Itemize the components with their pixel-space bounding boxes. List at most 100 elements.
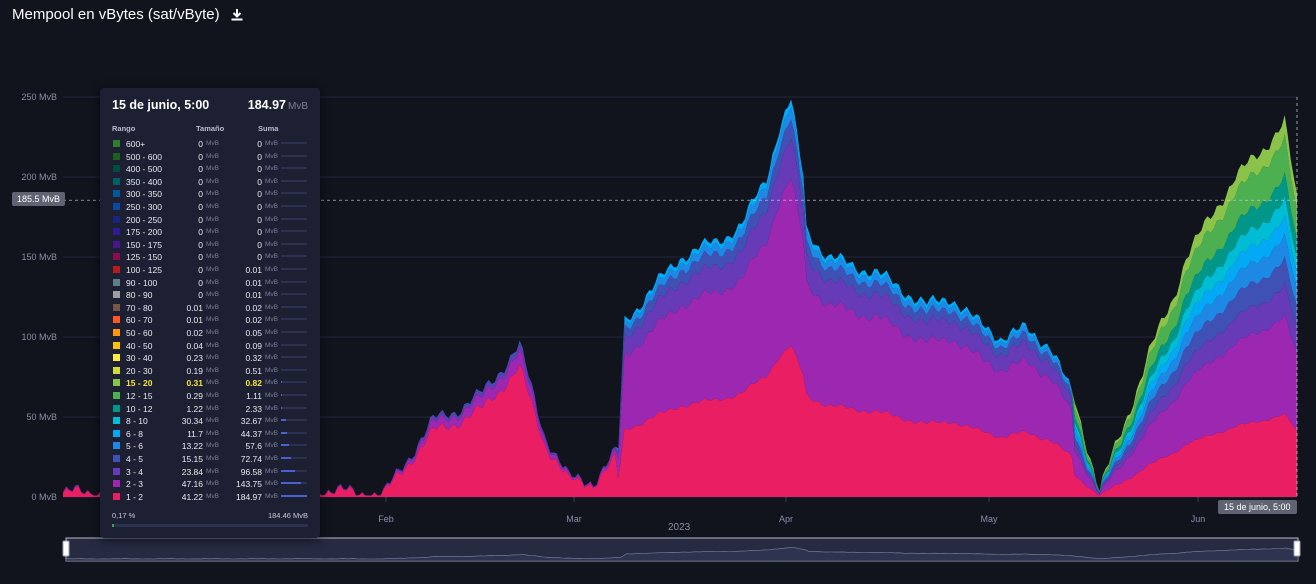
tooltip-row: 5 - 6 13.22 MvB 57.6 MvB [100,440,320,453]
tooltip-row-range: 8 - 10 [126,416,148,427]
tooltip-row-bar [281,444,307,447]
tooltip-row-sum-unit: MvB [265,366,278,374]
tooltip-row: 20 - 30 0.19 MvB 0.51 MvB [100,365,320,378]
tooltip-row: 500 - 600 0 MvB 0 MvB [100,151,320,164]
tooltip-row-sum: 143.75 [236,479,262,490]
tooltip-row-bar [281,368,307,371]
tooltip-row-sum: 184.97 [236,491,262,502]
tooltip-row-sum: 0.01 [245,290,262,301]
tooltip-row-size-unit: MvB [206,190,219,198]
tooltip-row-range: 6 - 8 [126,428,144,439]
tooltip-row-size-unit: MvB [206,404,219,412]
tooltip-row: 125 - 150 0 MvB 0 MvB [100,251,320,264]
tooltip-row-sum-unit: MvB [265,480,278,488]
tooltip-row-bar-fill [281,482,302,485]
tooltip-row-size-unit: MvB [206,417,219,425]
tooltip-row-size: 0.02 [186,328,203,338]
tooltip-row-size: 0 [198,202,203,212]
tooltip-footer-bar [112,524,308,527]
tooltip-col-range: Rango [112,124,136,133]
tooltip-row-bar [281,419,307,422]
tooltip-row-bar [281,179,307,182]
tooltip-row-sum-unit: MvB [265,404,278,412]
tooltip-row-sum-unit: MvB [265,303,278,311]
tooltip-row-size-unit: MvB [206,379,219,387]
tooltip-row-bar [281,230,307,233]
tooltip-row-bar [281,154,307,157]
tooltip-row-size: 0 [198,164,203,175]
tooltip-col-sum: Suma [258,124,279,133]
legend-swatch [113,329,120,336]
tooltip-row-sum: 0.82 [245,378,262,389]
tooltip-row-range: 1 - 2 [126,491,144,502]
legend-swatch [113,392,120,399]
tooltip-row-sum: 57.6 [245,441,262,452]
tooltip-row-size: 0.01 [186,302,203,313]
tooltip-row-size-unit: MvB [206,455,219,462]
tooltip-row: 2 - 3 47.16 MvB 143.75 MvB [100,478,320,491]
tooltip-row-bar-fill [281,431,288,434]
tooltip-row-size: 0.29 [186,391,203,401]
tooltip-row-bar [281,482,307,485]
tooltip-row: 90 - 100 0 MvB 0.01 MvB [100,277,320,290]
tooltip-row-size: 0 [198,176,203,187]
tooltip-row-size: 13.22 [181,441,203,452]
tooltip-row-sum: 0.09 [245,340,262,351]
legend-swatch [113,152,120,160]
tooltip-row-size: 0.19 [186,365,203,376]
tooltip-row-size: 0 [198,214,203,225]
legend-swatch [113,379,120,387]
tooltip-row-bar [281,318,307,321]
legend-swatch [113,354,120,362]
tooltip-row-sum: 0.02 [245,302,262,313]
tooltip-row-range: 20 - 30 [126,365,153,376]
tooltip-row-size-unit: MvB [206,354,219,362]
tooltip-row-sum: 0 [257,176,262,187]
tooltip-row-sum-unit: MvB [265,278,278,286]
tooltip-row-sum: 2.33 [245,403,262,414]
tooltip-row-range: 5 - 6 [126,441,144,452]
tooltip-row-range: 10 - 12 [126,403,153,414]
legend-swatch [113,492,120,500]
tooltip-row: 350 - 400 0 MvB 0 MvB [100,176,320,189]
tooltip-row-size-unit: MvB [206,215,219,223]
tooltip-row-sum-unit: MvB [265,165,278,173]
tooltip-row-sum-unit: MvB [265,417,278,425]
tooltip-col-size: Tamaño [196,124,225,133]
tooltip-row-size-unit: MvB [206,316,219,324]
tooltip-row-size-unit: MvB [206,203,219,210]
tooltip-row-sum-unit: MvB [265,177,278,185]
tooltip-row-sum: 0 [257,227,262,238]
x-tick-label: Feb [378,514,394,524]
tooltip-row-sum: 0 [257,139,262,149]
tooltip-total-unit: MvB [288,101,308,112]
tooltip-row-sum-unit: MvB [265,429,278,437]
tooltip-row-size-unit: MvB [206,253,219,261]
tooltip-row-size: 23.84 [181,466,203,477]
legend-swatch [113,442,120,450]
legend-swatch [113,404,120,412]
tooltip-total-value: 184.97 [247,98,286,112]
tooltip-row-sum: 0.01 [245,277,262,288]
tooltip-row-bar-fill [281,457,292,459]
tooltip-row-sum-unit: MvB [265,215,278,223]
navigator-handle-left[interactable] [62,540,70,557]
tooltip-row-sum-unit: MvB [265,341,278,349]
legend-swatch [113,278,120,286]
x-tick-label: May [980,514,998,524]
tooltip-row: 4 - 5 15.15 MvB 72.74 MvB [100,453,320,466]
tooltip-row-range: 600+ [126,139,146,149]
tooltip-row: 175 - 200 0 MvB 0 MvB [100,226,320,239]
tooltip-row-bar [281,280,307,283]
tooltip-row-sum: 96.58 [240,466,262,477]
navigator-handle-right[interactable] [1293,540,1301,557]
tooltip-row-size: 1.22 [186,403,203,414]
legend-swatch [113,240,120,248]
tooltip-row: 60 - 70 0.01 MvB 0.02 MvB [100,314,320,327]
tooltip-row: 200 - 250 0 MvB 0 MvB [100,214,320,227]
tooltip-row: 600+ 0 MvB 0 MvB [100,138,320,151]
tooltip-row-bar [281,331,307,333]
tooltip-row: 6 - 8 11.7 MvB 44.37 MvB [100,428,320,441]
tooltip-row-sum: 32.67 [240,416,262,427]
legend-swatch [113,467,120,475]
